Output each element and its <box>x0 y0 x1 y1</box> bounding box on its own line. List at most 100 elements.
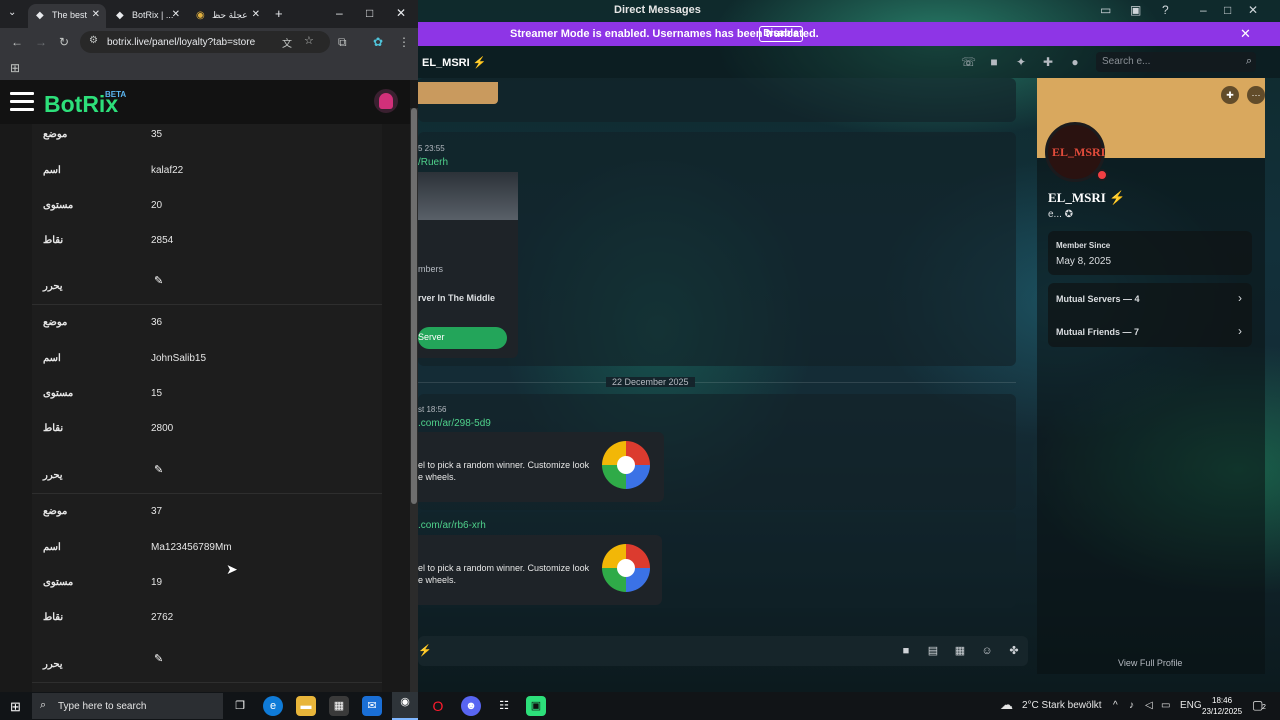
discord-taskbar-icon[interactable]: ☻ <box>461 696 481 716</box>
invite-banner <box>418 172 518 220</box>
tray-overflow-icon[interactable]: ^ <box>1113 700 1118 711</box>
level-label: مستوى <box>43 577 74 588</box>
join-server-button[interactable]: Server <box>418 327 507 349</box>
windows-start-icon[interactable]: ⊞ <box>10 699 21 715</box>
user-avatar[interactable] <box>374 89 398 113</box>
language-indicator[interactable]: ENG <box>1180 700 1202 711</box>
pencil-icon[interactable]: ✎ <box>154 463 163 476</box>
weather-icon[interactable]: ☁ <box>1000 697 1013 713</box>
add-friend-icon[interactable]: ✚ <box>1041 55 1055 69</box>
discord-search[interactable]: Search e... ⌕ <box>1096 52 1256 72</box>
bookmark-star-icon[interactable]: ☆ <box>304 34 314 47</box>
page-scrollbar[interactable] <box>410 108 418 692</box>
dm-username: EL_MSRI ⚡ <box>422 57 487 69</box>
level-value: 19 <box>151 577 163 588</box>
chevron-right-icon[interactable]: › <box>1238 291 1242 305</box>
new-tab-icon[interactable]: + <box>275 6 283 21</box>
tab-botrix[interactable]: ◆ BotRix | ... ✕ <box>108 4 186 28</box>
wheel-thumbnail[interactable] <box>602 441 650 489</box>
image-attachment[interactable] <box>418 82 498 104</box>
disable-streamer-button[interactable]: Disable <box>759 26 803 42</box>
invite-link[interactable]: /Ruerh <box>418 157 448 168</box>
mutual-friends[interactable]: Mutual Friends — 7 <box>1056 327 1139 337</box>
tab-search-icon[interactable]: ⌄ <box>8 7 16 18</box>
discord-window-title: Direct Messages <box>614 4 701 16</box>
menu-icon[interactable]: ⋮ <box>398 35 410 49</box>
task-view-icon[interactable]: ❐ <box>230 696 250 716</box>
extensions-icon[interactable]: ⧉ <box>338 35 347 50</box>
mail-icon[interactable]: ✉ <box>362 696 382 716</box>
message-block <box>418 78 1016 122</box>
more-options-icon[interactable]: ⋯ <box>1247 86 1265 104</box>
tab-wheel[interactable]: ◉ عجلة حظ ✕ <box>188 4 266 28</box>
screen-share-icon[interactable]: ▣ <box>1130 3 1141 17</box>
hamburger-menu-icon[interactable] <box>10 92 34 112</box>
profile-avatar[interactable]: EL_MSRI <box>1045 122 1108 182</box>
add-friend-icon[interactable]: ✚ <box>1221 86 1239 104</box>
maximize-icon[interactable]: □ <box>366 6 373 20</box>
video-icon[interactable]: ■ <box>987 55 1001 69</box>
forward-icon[interactable]: → <box>35 35 47 49</box>
inbox-icon[interactable]: ▭ <box>1100 3 1111 17</box>
apps-grid-icon[interactable]: ⊞ <box>10 61 20 75</box>
level-value: 15 <box>151 388 163 399</box>
gift-icon[interactable]: ■ <box>899 644 913 658</box>
close-tab-icon[interactable]: ✕ <box>252 9 260 20</box>
close-icon[interactable]: ✕ <box>396 6 406 20</box>
pencil-icon[interactable]: ✎ <box>154 652 163 665</box>
sticker-icon[interactable]: ▦ <box>953 644 967 658</box>
store-icon[interactable]: ▦ <box>329 696 349 716</box>
wheel-thumbnail[interactable] <box>602 544 650 592</box>
position-value: 36 <box>151 317 163 328</box>
edge-icon[interactable]: e <box>263 696 283 716</box>
wheel-link[interactable]: .com/ar/rb6-xrh <box>418 520 486 531</box>
tab-the-best[interactable]: ◆ The best ✕ <box>28 4 106 28</box>
app-icon[interactable]: ☷ <box>494 696 514 716</box>
back-icon[interactable]: ← <box>11 35 23 49</box>
reload-icon[interactable]: ↻ <box>59 35 69 49</box>
minimize-icon[interactable]: – <box>1200 3 1207 17</box>
help-icon[interactable]: ? <box>1162 3 1169 17</box>
clock-date[interactable]: 23/12/2025 <box>1202 707 1242 716</box>
profile-toggle-icon[interactable]: ● <box>1068 55 1082 69</box>
clock-time[interactable]: 18:46 <box>1212 696 1232 705</box>
taskbar-search[interactable]: ⌕ Type here to search <box>32 693 223 719</box>
position-value: 37 <box>151 506 163 517</box>
weather-text[interactable]: 2°C Stark bewölkt <box>1022 700 1102 711</box>
close-tab-icon[interactable]: ✕ <box>172 9 180 20</box>
close-icon[interactable]: ✕ <box>1248 3 1258 17</box>
profile-extension-icon[interactable]: ✿ <box>373 35 383 49</box>
notification-count: 2 <box>1262 704 1266 711</box>
network-icon[interactable]: ▭ <box>1161 700 1170 711</box>
maximize-icon[interactable]: □ <box>1224 3 1231 17</box>
address-bar[interactable]: ⚙ botrix.live/panel/loyalty?tab=store 文 … <box>80 31 330 53</box>
pencil-icon[interactable]: ✎ <box>154 274 163 287</box>
translate-icon[interactable]: 文 <box>282 35 292 50</box>
chevron-right-icon[interactable]: › <box>1238 324 1242 338</box>
wheel-link[interactable]: .com/ar/298-5d9 <box>418 418 491 429</box>
view-full-profile-link[interactable]: View Full Profile <box>1118 658 1182 668</box>
gif-icon[interactable]: ▤ <box>926 644 940 658</box>
close-tab-icon[interactable]: ✕ <box>92 9 100 20</box>
apps-icon[interactable]: ✤ <box>1007 644 1021 658</box>
volume-icon[interactable]: ◁ <box>1145 700 1153 711</box>
call-icon[interactable]: ☏ <box>961 55 976 69</box>
mutual-servers[interactable]: Mutual Servers — 4 <box>1056 294 1140 304</box>
botrix-icon: ◆ <box>116 10 124 21</box>
microphone-icon[interactable]: ♪ <box>1129 700 1134 711</box>
scrollbar-thumb[interactable] <box>411 108 417 504</box>
points-label: نقاط <box>43 612 64 623</box>
link-embed: el to pick a random winner. Customize lo… <box>418 432 664 502</box>
tab-title: The best <box>52 10 88 20</box>
pin-icon[interactable]: ✦ <box>1014 55 1028 69</box>
emoji-icon[interactable]: ☺ <box>980 644 994 658</box>
discord-window: Direct Messages ▭ ▣ ? – □ ✕ Streamer Mod… <box>418 0 1280 692</box>
close-banner-icon[interactable]: ✕ <box>1240 26 1251 42</box>
message-composer[interactable]: ⚡ ■ ▤ ▦ ☺ ✤ <box>418 636 1028 666</box>
site-info-icon[interactable]: ⚙ <box>89 35 98 46</box>
chrome-taskbar-icon[interactable]: ◉ <box>392 692 418 720</box>
botrix-taskbar-icon[interactable]: ▣ <box>526 696 546 716</box>
minimize-icon[interactable]: – <box>336 6 343 20</box>
file-explorer-icon[interactable]: ▬ <box>296 696 316 716</box>
opera-icon[interactable]: O <box>428 696 448 716</box>
